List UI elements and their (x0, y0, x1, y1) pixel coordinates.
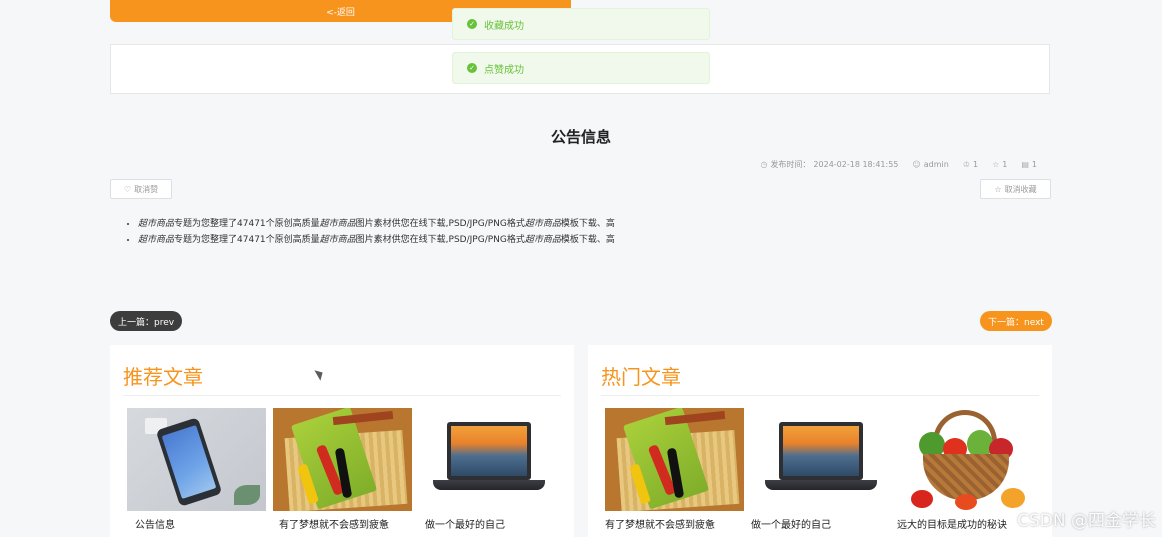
article-card-title[interactable]: 有了梦想就不会感到疲惫 (605, 516, 744, 531)
keyword: 超市商品 (138, 235, 175, 245)
laptop-image[interactable] (419, 408, 558, 511)
article-card-title[interactable]: 公告信息 (127, 516, 266, 531)
publish-label: 发布时间： (770, 160, 811, 169)
comment-icon: ▤ (1021, 160, 1029, 169)
article-card-title[interactable]: 做一个最好的自己 (751, 516, 890, 531)
page-title: 公告信息 (550, 128, 611, 146)
prev-article-button[interactable]: 上一篇：prev (110, 311, 183, 331)
keyword: 超市商品 (319, 235, 356, 245)
unfavorite-button[interactable]: ☆ 取消收藏 (980, 179, 1051, 199)
article-card[interactable]: 做一个最好的自己 (419, 408, 558, 531)
recommended-title: 推荐文章 (123, 365, 203, 389)
favorite-count: ☆ 1 (992, 159, 1007, 170)
unlike-button[interactable]: ♡ 取消赞 (110, 179, 172, 199)
article-content: 超市商品专题为您整理了47471个原创高质量超市商品图片素材供您在线下载,PSD… (126, 216, 615, 248)
toast-favorite-success: ✓ 收藏成功 (452, 8, 710, 40)
article-card[interactable]: 做一个最好的自己 (751, 408, 890, 531)
toast-text: 收藏成功 (484, 20, 524, 32)
article-card-title[interactable]: 做一个最好的自己 (419, 516, 558, 531)
clock-icon: ◷ (760, 160, 768, 169)
divider (123, 395, 561, 396)
star-outline-icon: ☆ (994, 184, 1002, 194)
text: 模板下载、高 (560, 235, 615, 245)
phone-image[interactable] (127, 408, 266, 511)
divider (601, 395, 1039, 396)
keyword: 超市商品 (138, 219, 175, 229)
text: 图片素材供您在线下载,PSD/JPG/PNG格式 (355, 235, 525, 245)
popular-title: 热门文章 (601, 365, 681, 389)
user-icon: ☺ (912, 160, 921, 169)
unlike-button-label: 取消赞 (134, 184, 159, 194)
laptop-image[interactable] (751, 408, 890, 511)
toast-like-success: ✓ 点赞成功 (452, 52, 710, 84)
article-meta: ◷ 发布时间： 2024-02-18 18:41:55 ☺ admin ♔ 1 … (760, 159, 1037, 170)
tools-image[interactable] (273, 408, 412, 511)
heart-icon: ♡ (123, 184, 132, 194)
text: 图片素材供您在线下载,PSD/JPG/PNG格式 (355, 219, 525, 229)
toast-text: 点赞成功 (484, 64, 524, 76)
content-paragraph: 超市商品专题为您整理了47471个原创高质量超市商品图片素材供您在线下载,PSD… (138, 216, 615, 232)
like-count-value: 1 (972, 160, 979, 169)
publish-time-value: 2024-02-18 18:41:55 (813, 160, 899, 169)
check-circle-icon: ✓ (467, 63, 477, 73)
article-card[interactable]: 公告信息 (127, 408, 266, 531)
popular-panel: 热门文章 有了梦想就不会感到疲惫 做一个最好的自己 远大的目标是成功的秘诀 (588, 345, 1052, 537)
publish-time: ◷ 发布时间： 2024-02-18 18:41:55 (760, 159, 898, 170)
text: 专题为您整理了47471个原创高质量 (174, 219, 320, 229)
keyword: 超市商品 (319, 219, 356, 229)
article-card[interactable]: 远大的目标是成功的秘诀 (897, 408, 1036, 531)
keyword: 超市商品 (524, 235, 561, 245)
thumbs-up-icon: ♔ (962, 160, 970, 169)
text: 专题为您整理了47471个原创高质量 (174, 235, 320, 245)
watermark: CSDN @四金学长 (1017, 511, 1156, 531)
like-count: ♔ 1 (963, 159, 978, 170)
favorite-count-value: 1 (1002, 160, 1008, 169)
author: ☺ admin (912, 159, 948, 170)
author-name: admin (923, 160, 949, 169)
content-paragraph: 超市商品专题为您整理了47471个原创高质量超市商品图片素材供您在线下载,PSD… (138, 232, 615, 248)
check-circle-icon: ✓ (467, 19, 477, 29)
article-card[interactable]: 有了梦想就不会感到疲惫 (273, 408, 412, 531)
tools-image[interactable] (605, 408, 744, 511)
next-article-button[interactable]: 下一篇：next (980, 311, 1052, 331)
recommended-panel: 推荐文章 公告信息 有了梦想就不会感到疲惫 做一个最好的自己 (110, 345, 574, 537)
article-card-title[interactable]: 远大的目标是成功的秘诀 (897, 516, 1036, 531)
comment-count-value: 1 (1031, 160, 1037, 169)
unfavorite-button-label: 取消收藏 (1004, 184, 1037, 194)
text: 模板下载、高 (560, 219, 615, 229)
comment-count: ▤ 1 (1021, 159, 1037, 170)
star-icon: ☆ (992, 160, 1000, 169)
keyword: 超市商品 (524, 219, 561, 229)
article-card[interactable]: 有了梦想就不会感到疲惫 (605, 408, 744, 531)
article-card-title[interactable]: 有了梦想就不会感到疲惫 (273, 516, 412, 531)
vegetables-image[interactable] (897, 408, 1036, 511)
